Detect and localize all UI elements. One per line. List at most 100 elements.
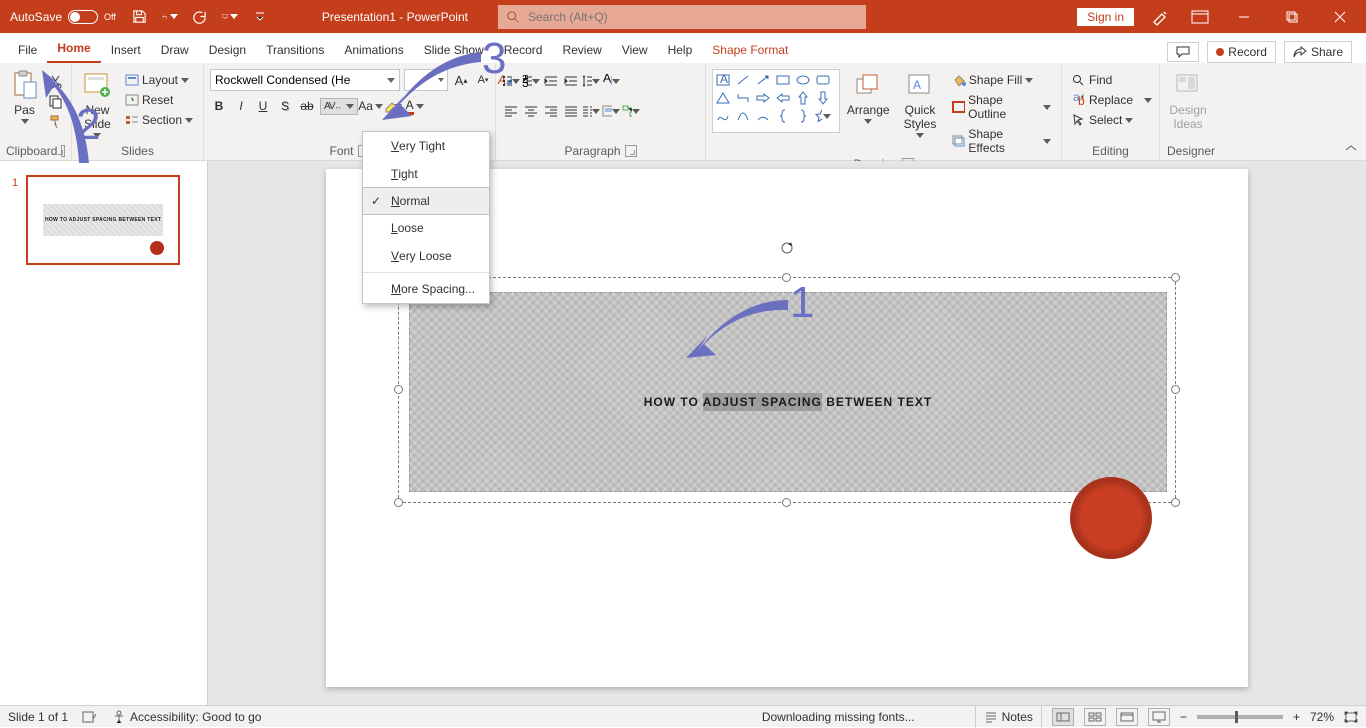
spacing-normal[interactable]: Normal: [362, 187, 490, 215]
align-center-icon[interactable]: [522, 102, 540, 120]
autosave-toggle-group[interactable]: AutoSave Off: [0, 10, 126, 24]
brace-left-icon[interactable]: [775, 108, 791, 124]
search-input[interactable]: [528, 10, 858, 24]
triangle-shape-icon[interactable]: [715, 90, 731, 106]
freeform-icon[interactable]: [715, 108, 731, 124]
zoom-in-button[interactable]: +: [1293, 710, 1300, 724]
resize-handle[interactable]: [782, 498, 791, 507]
tab-slideshow[interactable]: Slide Show: [414, 37, 494, 63]
tab-view[interactable]: View: [612, 37, 658, 63]
section-button[interactable]: Section: [121, 111, 197, 129]
minimize-button[interactable]: [1226, 0, 1262, 33]
align-left-icon[interactable]: [502, 102, 520, 120]
close-button[interactable]: [1322, 0, 1358, 33]
present-icon[interactable]: [222, 9, 238, 25]
numbering-button[interactable]: 123: [522, 72, 540, 90]
increase-indent-icon[interactable]: [562, 72, 580, 90]
brace-right-icon[interactable]: [795, 108, 811, 124]
strikethrough-button[interactable]: ab: [298, 97, 316, 115]
smartart-icon[interactable]: [622, 102, 640, 120]
copy-icon[interactable]: [47, 93, 65, 111]
spacing-more[interactable]: More Spacing...: [363, 275, 489, 303]
curve-icon[interactable]: [735, 108, 751, 124]
reading-view-button[interactable]: [1116, 708, 1138, 726]
shape-fill-button[interactable]: Shape Fill: [948, 71, 1055, 89]
font-size-combo[interactable]: [404, 69, 448, 91]
ink-icon[interactable]: [1146, 3, 1174, 31]
align-right-icon[interactable]: [542, 102, 560, 120]
resize-handle[interactable]: [394, 498, 403, 507]
layout-button[interactable]: Layout: [121, 71, 197, 89]
columns-icon[interactable]: [582, 102, 600, 120]
title-text[interactable]: HOW TO ADJUST SPACING BETWEEN TEXT: [644, 367, 932, 417]
tab-review[interactable]: Review: [552, 37, 611, 63]
align-text-icon[interactable]: [602, 102, 620, 120]
line-spacing-icon[interactable]: [582, 72, 600, 90]
comments-button[interactable]: [1167, 42, 1199, 62]
slideshow-view-button[interactable]: [1148, 708, 1170, 726]
tab-animations[interactable]: Animations: [334, 37, 413, 63]
resize-handle[interactable]: [394, 385, 403, 394]
tab-design[interactable]: Design: [199, 37, 256, 63]
decrease-font-icon[interactable]: A▾: [474, 71, 492, 89]
tab-file[interactable]: File: [8, 37, 47, 63]
redo-icon[interactable]: [192, 9, 208, 25]
bullets-button[interactable]: [502, 72, 520, 90]
autosave-toggle[interactable]: [68, 10, 98, 24]
share-button[interactable]: Share: [1284, 41, 1352, 63]
slide-counter[interactable]: Slide 1 of 1: [8, 710, 68, 724]
accessibility-status[interactable]: Accessibility: Good to go: [112, 710, 261, 724]
clipboard-launcher[interactable]: [61, 145, 65, 157]
down-arrow-icon[interactable]: [815, 90, 831, 106]
new-slide-button[interactable]: New Slide: [78, 69, 117, 138]
line-shape-icon[interactable]: [735, 72, 751, 88]
wax-seal-graphic[interactable]: [1070, 477, 1152, 559]
spacing-tight[interactable]: Tight: [363, 160, 489, 188]
resize-handle[interactable]: [1171, 498, 1180, 507]
zoom-out-button[interactable]: −: [1180, 710, 1187, 724]
character-spacing-button[interactable]: AV↔: [320, 98, 358, 115]
highlight-button[interactable]: [384, 97, 402, 115]
find-button[interactable]: Find: [1068, 71, 1116, 89]
design-ideas-button[interactable]: Design Ideas: [1166, 69, 1210, 131]
normal-view-button[interactable]: [1052, 708, 1074, 726]
up-arrow-icon[interactable]: [795, 90, 811, 106]
resize-handle[interactable]: [1171, 385, 1180, 394]
spacing-very-tight[interactable]: Very Tight: [363, 132, 489, 160]
quick-styles-button[interactable]: A Quick Styles: [896, 69, 944, 138]
spell-check-icon[interactable]: [82, 710, 98, 724]
justify-icon[interactable]: [562, 102, 580, 120]
font-name-combo[interactable]: Rockwell Condensed (He: [210, 69, 400, 91]
rectangle-shape-icon[interactable]: [775, 72, 791, 88]
change-case-button[interactable]: Aa: [362, 97, 380, 115]
underline-button[interactable]: U: [254, 97, 272, 115]
resize-handle[interactable]: [1171, 273, 1180, 282]
tab-draw[interactable]: Draw: [151, 37, 199, 63]
arrow-line-icon[interactable]: [755, 72, 771, 88]
resize-handle[interactable]: [782, 273, 791, 282]
reset-button[interactable]: Reset: [121, 91, 197, 109]
bold-button[interactable]: B: [210, 97, 228, 115]
shape-outline-button[interactable]: Shape Outline: [948, 91, 1055, 123]
signin-button[interactable]: Sign in: [1077, 8, 1134, 26]
search-box[interactable]: [498, 5, 866, 29]
tab-record[interactable]: Record: [494, 37, 553, 63]
title-textbox[interactable]: HOW TO ADJUST SPACING BETWEEN TEXT: [398, 277, 1176, 503]
textbox-shape-icon[interactable]: A: [715, 72, 731, 88]
font-color-button[interactable]: A: [406, 97, 424, 115]
sorter-view-button[interactable]: [1084, 708, 1106, 726]
increase-font-icon[interactable]: A▴: [452, 71, 470, 89]
maximize-button[interactable]: [1274, 0, 1310, 33]
spacing-very-loose[interactable]: Very Loose: [363, 242, 489, 270]
arc-icon[interactable]: [755, 108, 771, 124]
record-button[interactable]: Record: [1207, 41, 1276, 63]
paragraph-launcher[interactable]: [625, 145, 637, 157]
textbox-content[interactable]: HOW TO ADJUST SPACING BETWEEN TEXT: [409, 292, 1167, 492]
undo-icon[interactable]: [162, 9, 178, 25]
collapse-ribbon-icon[interactable]: [1344, 144, 1358, 154]
replace-button[interactable]: abReplace: [1068, 91, 1156, 109]
shadow-button[interactable]: S: [276, 97, 294, 115]
fit-to-window-button[interactable]: [1344, 711, 1358, 723]
italic-button[interactable]: I: [232, 97, 250, 115]
zoom-slider[interactable]: [1197, 715, 1283, 719]
